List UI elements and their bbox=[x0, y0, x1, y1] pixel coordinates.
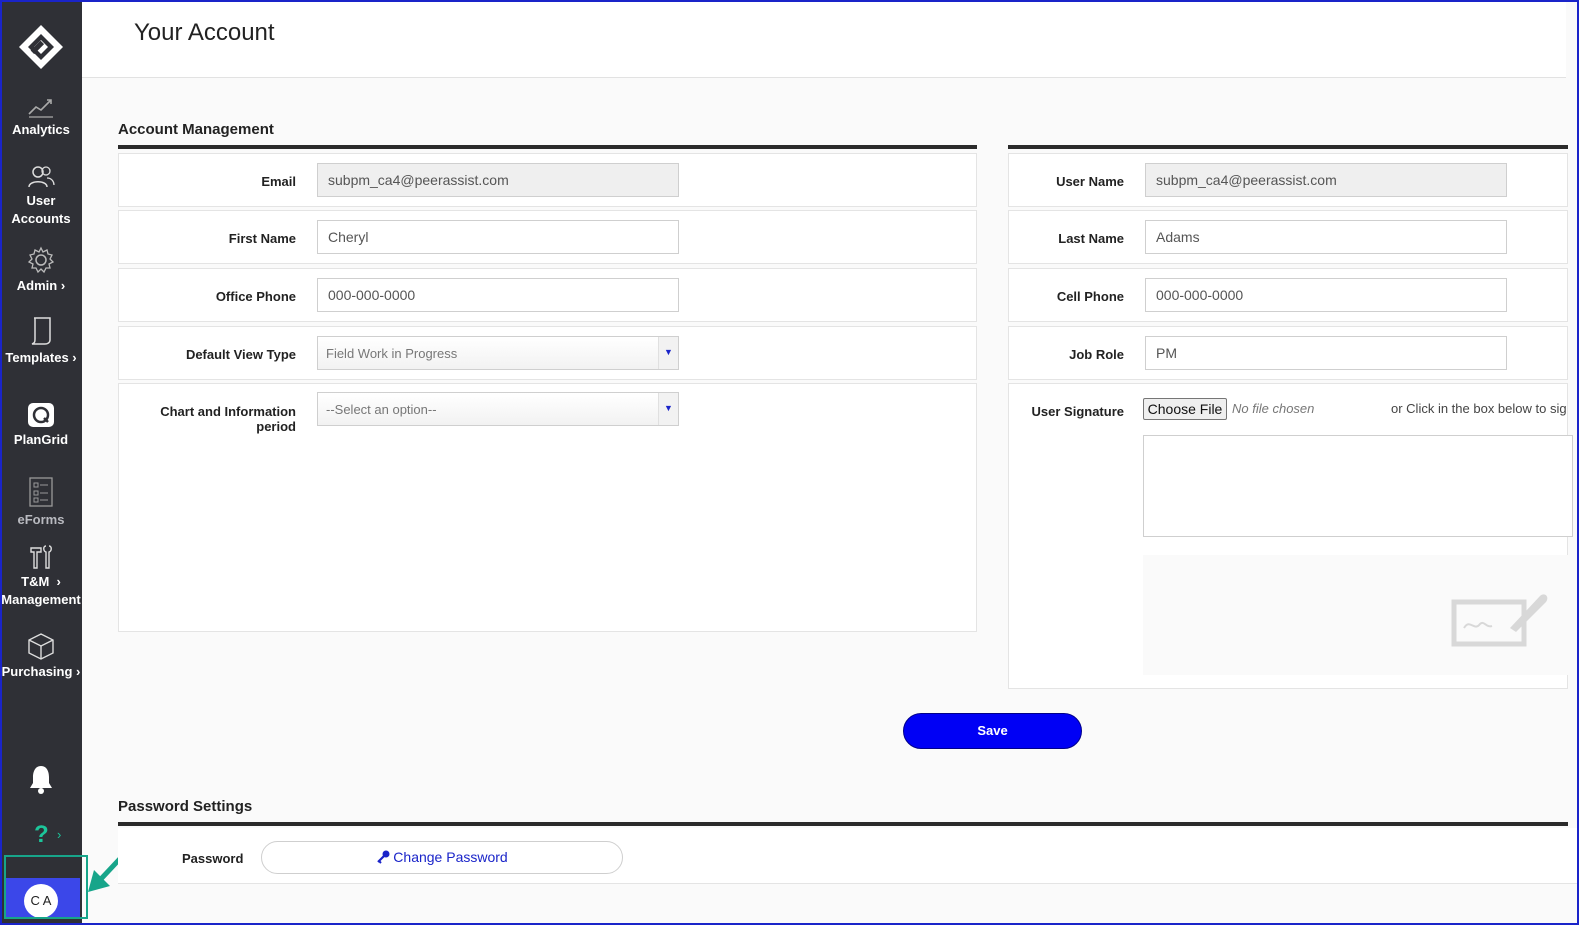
default-view-label: Default View Type bbox=[185, 347, 296, 362]
user-menu-highlight bbox=[4, 855, 88, 919]
job-role-field[interactable]: PM bbox=[1145, 336, 1507, 370]
default-view-value: Field Work in Progress bbox=[326, 346, 458, 361]
password-settings-title: Password Settings bbox=[118, 798, 253, 815]
section-divider bbox=[118, 822, 1568, 826]
chevron-right-icon[interactable]: › bbox=[57, 827, 61, 842]
users-icon bbox=[28, 166, 55, 188]
first-name-label: First Name bbox=[228, 231, 296, 246]
password-label: Password bbox=[182, 851, 244, 866]
sidebar-item-user-accounts[interactable]: User Accounts bbox=[0, 165, 82, 228]
section-divider bbox=[1008, 145, 1568, 149]
sidebar-item-label: Analytics bbox=[12, 122, 70, 137]
box-icon bbox=[28, 633, 54, 660]
tools-icon bbox=[30, 545, 52, 569]
sidebar-item-analytics[interactable]: Analytics bbox=[0, 96, 82, 139]
sidebar-item-admin[interactable]: Admin › bbox=[0, 246, 82, 295]
sidebar-item-eforms[interactable]: eForms bbox=[0, 476, 82, 529]
sidebar-item-label: eForms bbox=[17, 512, 65, 527]
sidebar-item-label: PlanGrid bbox=[13, 432, 69, 447]
email-field[interactable]: subpm_ca4@peerassist.com bbox=[317, 163, 679, 197]
last-name-field[interactable]: Adams bbox=[1145, 220, 1507, 254]
signature-hint: or Click in the box below to sig bbox=[1391, 401, 1567, 416]
job-role-label: Job Role bbox=[1069, 347, 1124, 362]
signature-canvas[interactable] bbox=[1143, 435, 1573, 537]
default-view-select[interactable]: Field Work in Progress ▼ bbox=[317, 336, 679, 370]
page-header: Your Account bbox=[82, 0, 1566, 78]
sidebar-item-purchasing[interactable]: Purchasing › bbox=[0, 632, 82, 681]
chart-period-value: --Select an option-- bbox=[326, 402, 437, 417]
change-password-button[interactable]: Change Password bbox=[261, 841, 623, 874]
template-icon bbox=[31, 317, 51, 345]
no-file-text: No file chosen bbox=[1232, 401, 1315, 416]
sidebar-item-label: Admin › bbox=[16, 278, 66, 293]
chart-period-select[interactable]: --Select an option-- ▼ bbox=[317, 392, 679, 426]
choose-file-button[interactable]: Choose File bbox=[1143, 398, 1227, 420]
eforms-icon bbox=[29, 477, 53, 507]
sidebar-item-label: Templates › bbox=[5, 350, 77, 365]
email-label: Email bbox=[261, 174, 296, 189]
sidebar: Analytics User Accounts Admin › Template… bbox=[0, 0, 82, 925]
office-phone-field[interactable]: 000-000-0000 bbox=[317, 278, 679, 312]
account-management-title: Account Management bbox=[118, 121, 274, 138]
change-password-label: Change Password bbox=[393, 849, 508, 865]
page-title: Your Account bbox=[134, 19, 275, 46]
cell-phone-field[interactable]: 000-000-0000 bbox=[1145, 278, 1507, 312]
section-divider bbox=[118, 145, 977, 149]
office-phone-label: Office Phone bbox=[215, 289, 296, 304]
sidebar-item-label: Purchasing › bbox=[1, 664, 81, 679]
last-name-label: Last Name bbox=[1058, 231, 1124, 246]
app-logo-icon[interactable] bbox=[18, 24, 64, 70]
gear-icon bbox=[27, 246, 55, 274]
sidebar-item-label: T&M › bbox=[21, 574, 61, 589]
signature-icon bbox=[1451, 594, 1548, 647]
sidebar-item-label: User bbox=[26, 193, 56, 208]
sidebar-item-templates[interactable]: Templates › bbox=[0, 316, 82, 367]
save-button[interactable]: Save bbox=[903, 713, 1082, 749]
key-icon bbox=[377, 850, 390, 864]
sidebar-item-label: Management bbox=[1, 592, 81, 607]
signature-label: User Signature bbox=[1031, 404, 1124, 419]
sidebar-item-tm-management[interactable]: T&M › Management bbox=[0, 544, 82, 609]
first-name-field[interactable]: Cheryl bbox=[317, 220, 679, 254]
analytics-icon bbox=[28, 99, 53, 118]
cell-phone-label: Cell Phone bbox=[1056, 289, 1124, 304]
sidebar-item-plangrid[interactable]: PlanGrid bbox=[0, 402, 82, 449]
username-field[interactable]: subpm_ca4@peerassist.com bbox=[1145, 163, 1507, 197]
dropdown-caret-icon: ▼ bbox=[658, 337, 678, 369]
dropdown-caret-icon: ▼ bbox=[658, 393, 678, 425]
plangrid-icon bbox=[28, 403, 54, 427]
username-label: User Name bbox=[1056, 174, 1124, 189]
chart-period-label: Chart and Information period bbox=[160, 404, 296, 434]
help-icon[interactable]: ? bbox=[34, 821, 49, 849]
sidebar-item-label: Accounts bbox=[11, 211, 71, 226]
bell-icon[interactable] bbox=[28, 764, 54, 794]
